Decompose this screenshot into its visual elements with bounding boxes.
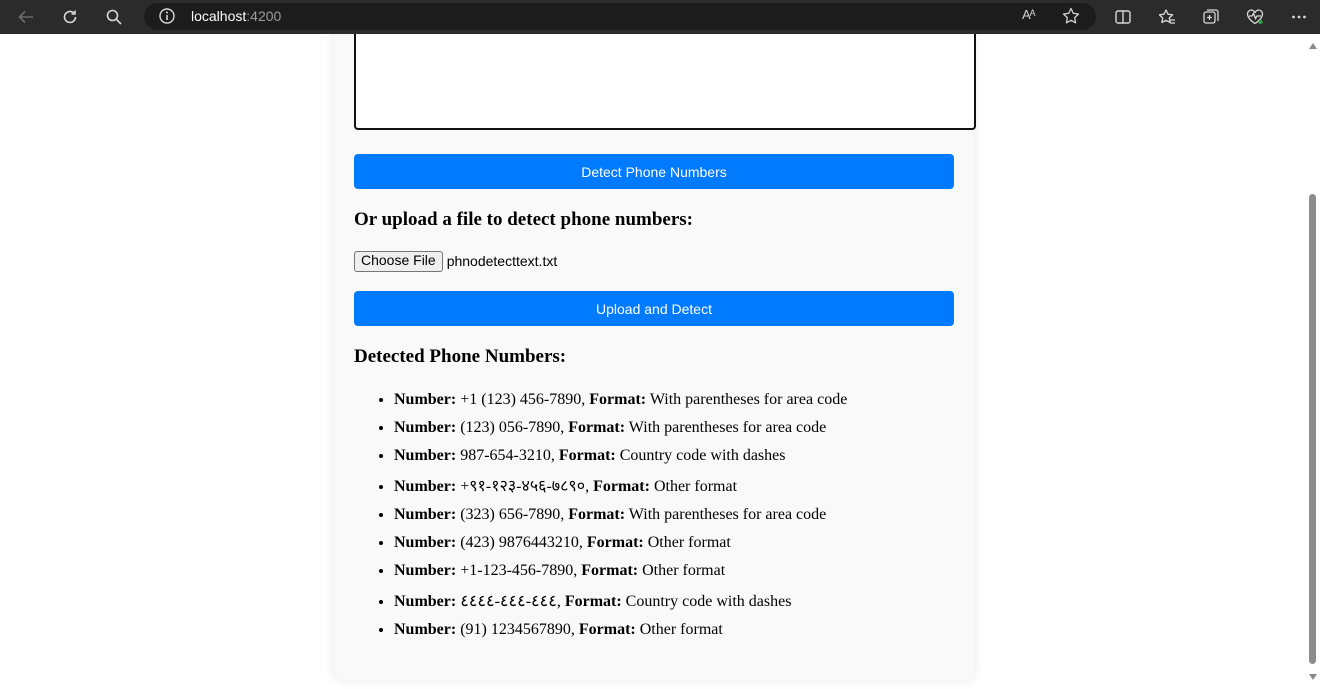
url-port: :4200 xyxy=(246,8,282,24)
upload-heading: Or upload a file to detect phone numbers… xyxy=(354,209,694,230)
detect-phone-numbers-button[interactable]: Detect Phone Numbers xyxy=(354,154,954,189)
browser-toolbar: localhost:4200 Aᴬ xyxy=(0,0,1320,34)
format-label: Format: xyxy=(558,447,616,464)
back-icon[interactable] xyxy=(14,5,38,29)
choose-file-button[interactable]: Choose File xyxy=(354,250,443,272)
number-label: Number: xyxy=(394,562,457,579)
format-label: Format: xyxy=(568,419,626,436)
number-label: Number: xyxy=(394,419,457,436)
browser-essentials-icon[interactable] xyxy=(1243,5,1267,29)
phone-format: With parentheses for area code xyxy=(628,419,827,436)
url-host: localhost xyxy=(191,8,247,24)
selected-file-name: phnodetecttext.txt xyxy=(446,253,558,269)
list-item: Number: +1 (123) 456-7890, Format: With … xyxy=(394,389,954,417)
number-label: Number: xyxy=(394,447,457,464)
format-label: Format: xyxy=(593,478,650,495)
read-aloud-icon[interactable]: Aᴬ xyxy=(1022,7,1036,22)
list-item: Number: +९१-१२३-४५६-७८९०, Format: Other … xyxy=(394,473,954,504)
list-item: Number: (91) 1234567890, Format: Other f… xyxy=(394,619,954,647)
number-label: Number: xyxy=(394,478,457,495)
format-label: Format: xyxy=(589,391,647,408)
favorite-star-icon[interactable] xyxy=(1061,6,1081,30)
list-item: Number: 987-654-3210, Format: Country co… xyxy=(394,445,954,473)
list-item: Number: (423) 9876443210, Format: Other … xyxy=(394,532,954,560)
format-label: Format: xyxy=(578,621,636,638)
number-label: Number: xyxy=(394,593,457,610)
number-label: Number: xyxy=(394,534,457,551)
phone-number: +९१-१२३-४५६-७८९० xyxy=(460,478,586,495)
list-item: Number: ٤٤٤-٤٤٤-٤٤٤٤, Format: Country co… xyxy=(394,588,954,619)
split-screen-icon[interactable] xyxy=(1111,5,1135,29)
number-label: Number: xyxy=(394,621,457,638)
phone-format: Other format xyxy=(647,534,731,551)
phone-format: Other format xyxy=(639,621,723,638)
results-heading: Detected Phone Numbers: xyxy=(354,346,567,367)
address-bar[interactable]: localhost:4200 Aᴬ xyxy=(144,3,1096,30)
format-label: Format: xyxy=(581,562,639,579)
scroll-up-arrow-icon[interactable] xyxy=(1309,43,1317,49)
site-info-icon[interactable] xyxy=(158,7,176,29)
results-list: Number: +1 (123) 456-7890, Format: With … xyxy=(374,389,954,647)
phone-format: Other format xyxy=(653,478,738,495)
refresh-icon[interactable] xyxy=(58,5,82,29)
page-scrollbar[interactable] xyxy=(1305,34,1320,689)
list-item: Number: (123) 056-7890, Format: With par… xyxy=(394,417,954,445)
upload-and-detect-button[interactable]: Upload and Detect xyxy=(354,291,954,326)
file-input[interactable]: Choose File phnodetecttext.txt xyxy=(354,250,557,272)
search-icon[interactable] xyxy=(102,5,126,29)
number-label: Number: xyxy=(394,506,457,523)
phone-number: +1 (123) 456-7890 xyxy=(460,391,582,408)
phone-format: Other format xyxy=(642,562,726,579)
phone-number: +1-123-456-7890 xyxy=(460,562,574,579)
list-item: Number: (323) 656-7890, Format: With par… xyxy=(394,504,954,532)
phone-number: 987-654-3210 xyxy=(460,447,551,464)
phone-format: Country code with dashes xyxy=(625,593,792,610)
scroll-down-arrow-icon[interactable] xyxy=(1309,674,1317,680)
format-label: Format: xyxy=(564,593,622,610)
format-label: Format: xyxy=(568,506,626,523)
phone-format: With parentheses for area code xyxy=(628,506,827,523)
phone-number: (123) 056-7890 xyxy=(460,419,561,436)
more-menu-icon[interactable] xyxy=(1287,5,1311,29)
collections-icon[interactable] xyxy=(1199,5,1223,29)
phone-number: ٤٤٤-٤٤٤-٤٤٤٤ xyxy=(460,593,557,610)
phone-format: Country code with dashes xyxy=(619,447,786,464)
phone-text-input[interactable] xyxy=(354,34,976,130)
number-label: Number: xyxy=(394,391,457,408)
phone-number: (423) 9876443210 xyxy=(460,534,579,551)
favorites-icon[interactable] xyxy=(1155,5,1179,29)
phone-number: (91) 1234567890 xyxy=(460,621,571,638)
page-viewport: Detect Phone Numbers Or upload a file to… xyxy=(0,34,1320,689)
scrollbar-thumb[interactable] xyxy=(1309,194,1316,664)
address-url[interactable]: localhost:4200 xyxy=(191,8,281,24)
detector-card: Detect Phone Numbers Or upload a file to… xyxy=(334,34,976,680)
phone-number: (323) 656-7890 xyxy=(460,506,561,523)
phone-format: With parentheses for area code xyxy=(649,391,848,408)
list-item: Number: +1-123-456-7890, Format: Other f… xyxy=(394,560,954,588)
format-label: Format: xyxy=(586,534,644,551)
